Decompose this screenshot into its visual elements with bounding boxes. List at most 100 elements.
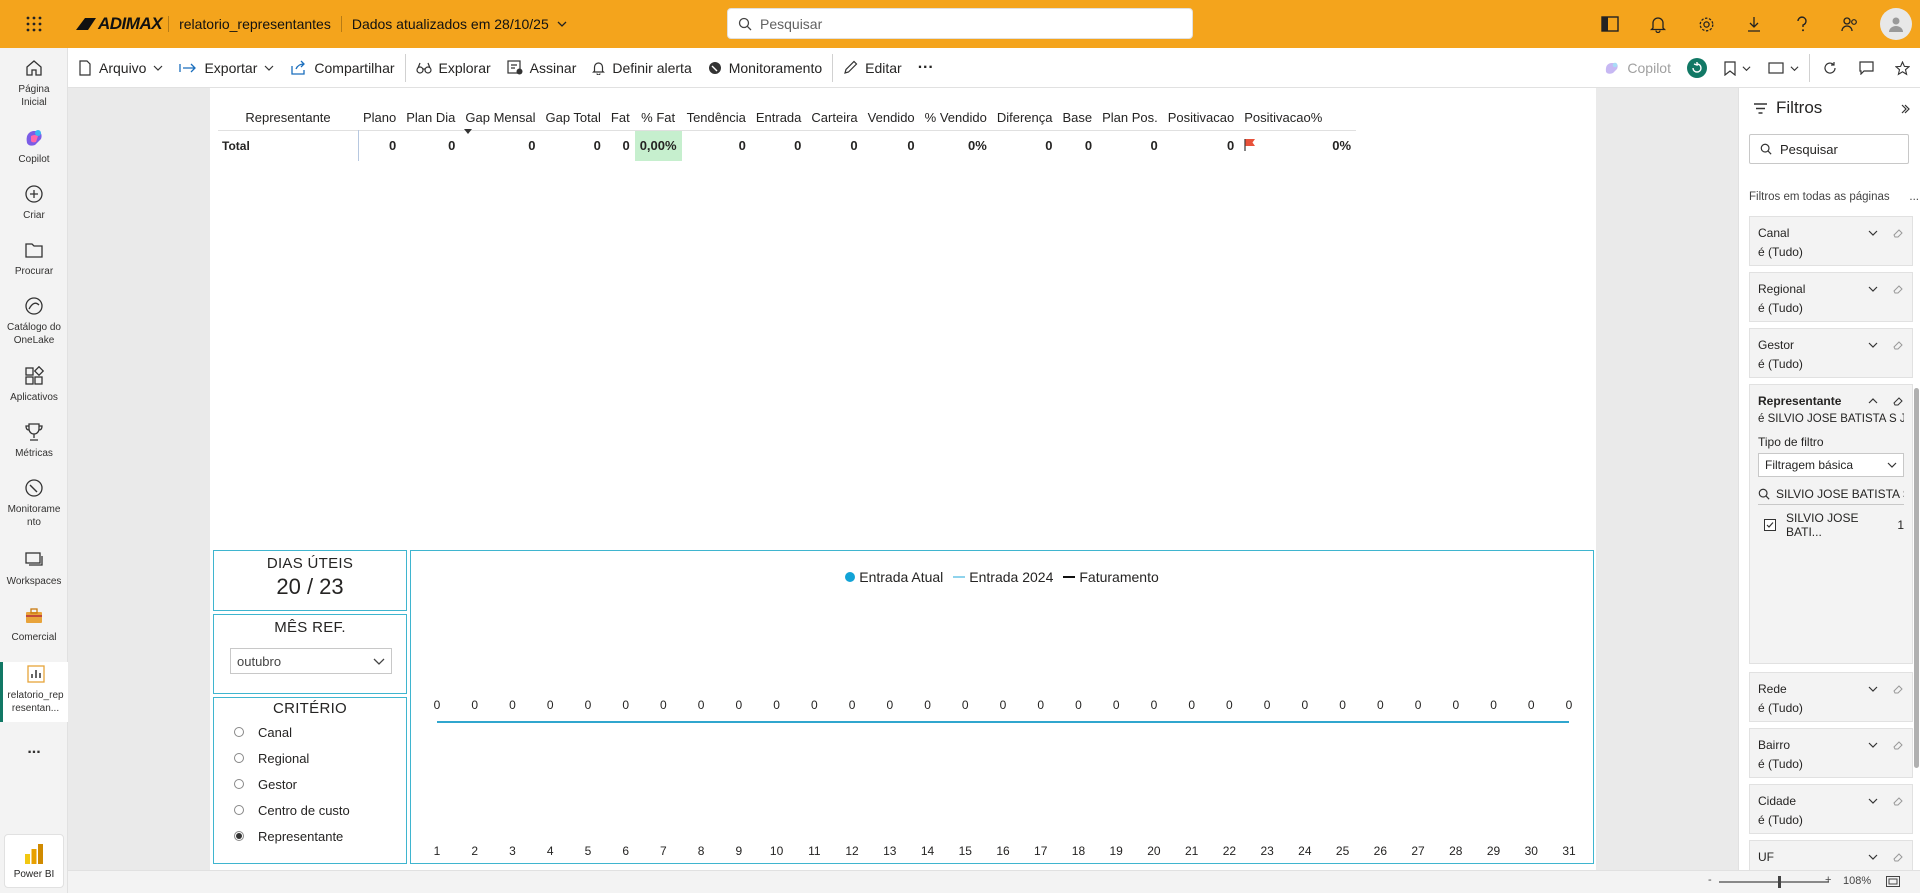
column-header[interactable]: Diferença: [992, 106, 1058, 130]
zoom-slider-thumb[interactable]: [1778, 876, 1782, 888]
criterio-option[interactable]: Representante: [214, 823, 406, 849]
zoom-slider[interactable]: [1719, 876, 1829, 888]
filters-scrollbar[interactable]: [1914, 388, 1919, 768]
user-avatar[interactable]: [1880, 8, 1912, 40]
criterio-option[interactable]: Regional: [214, 745, 406, 771]
column-header[interactable]: Plano: [358, 106, 401, 130]
nav-metrics[interactable]: Métricas: [0, 420, 68, 460]
eraser-icon[interactable]: [1892, 395, 1904, 407]
filter-value-search[interactable]: SILVIO JOSE BATISTA S J: [1758, 483, 1904, 505]
column-header[interactable]: Base: [1057, 106, 1097, 130]
chevron-down-icon[interactable]: [1868, 852, 1878, 862]
export-menu-button[interactable]: Exportar: [171, 48, 282, 88]
column-header[interactable]: Tendência: [682, 106, 751, 130]
column-header[interactable]: Plan Pos.: [1097, 106, 1163, 130]
fit-page-button[interactable]: [1886, 876, 1900, 890]
chevron-down-icon[interactable]: [1868, 796, 1878, 806]
nav-onelake[interactable]: Catálogo do OneLake: [0, 294, 68, 347]
set-alert-button[interactable]: Definir alerta: [584, 48, 699, 88]
zoom-in-button[interactable]: +: [1825, 874, 1831, 886]
column-header[interactable]: Positivacao%: [1239, 106, 1327, 130]
daily-entries-chart[interactable]: Entrada Atual Entrada 2024 Faturamento 0…: [410, 550, 1594, 864]
criterio-option[interactable]: Centro de custo: [214, 797, 406, 823]
column-header[interactable]: % Fat: [635, 106, 682, 130]
chevron-down-icon[interactable]: [1868, 284, 1878, 294]
copilot-button[interactable]: Copilot: [1596, 48, 1679, 88]
app-launcher-button[interactable]: [0, 0, 68, 48]
filter-card[interactable]: Canal é (Tudo): [1749, 216, 1913, 266]
filters-search-input[interactable]: Pesquisar: [1749, 134, 1909, 164]
eraser-icon[interactable]: [1892, 851, 1904, 863]
filter-list-item[interactable]: SILVIO JOSE BATI... 1: [1758, 511, 1904, 539]
column-header[interactable]: Positivacao: [1163, 106, 1239, 130]
brand-logo[interactable]: ADIMAX: [68, 0, 168, 48]
eraser-icon[interactable]: [1892, 227, 1904, 239]
filter-card[interactable]: UF: [1749, 840, 1913, 870]
chevron-down-icon[interactable]: [1868, 684, 1878, 694]
nav-apps[interactable]: Aplicativos: [0, 364, 68, 404]
nav-comercial[interactable]: Comercial: [0, 604, 68, 644]
more-options-button[interactable]: ···: [910, 48, 942, 88]
nav-browse[interactable]: Procurar: [0, 238, 68, 278]
nav-more-button[interactable]: ...: [0, 741, 68, 757]
eraser-icon[interactable]: [1892, 283, 1904, 295]
global-search-input[interactable]: Pesquisar: [727, 8, 1193, 39]
nav-current-report[interactable]: relatorio_representan...: [0, 662, 68, 722]
column-header[interactable]: Entrada: [751, 106, 807, 130]
filter-card[interactable]: Bairro é (Tudo): [1749, 728, 1913, 778]
column-header[interactable]: % Vendido: [920, 106, 992, 130]
column-header[interactable]: Plan Dia: [401, 106, 460, 130]
collapse-filters-button[interactable]: [1900, 102, 1910, 117]
nav-create[interactable]: Criar: [0, 182, 68, 222]
representantes-matrix[interactable]: Representante Plano Plan Dia Gap Mensal Gap …: [218, 106, 1357, 161]
chevron-down-icon[interactable]: [1868, 228, 1878, 238]
view-menu-button[interactable]: [1759, 48, 1807, 88]
comments-button[interactable]: [1848, 48, 1884, 88]
notifications-button[interactable]: [1634, 0, 1682, 48]
filter-card[interactable]: Rede é (Tudo): [1749, 672, 1913, 722]
filter-card-representante[interactable]: Representante é SILVIO JOSE BATISTA S J …: [1749, 384, 1913, 664]
chevron-down-icon[interactable]: [1868, 340, 1878, 350]
column-header[interactable]: Gap Total: [540, 106, 605, 130]
file-menu-button[interactable]: Arquivo: [68, 48, 171, 88]
column-header[interactable]: Fat: [606, 106, 635, 130]
bookmark-menu-button[interactable]: [1715, 48, 1759, 88]
share-feedback-button[interactable]: [1826, 0, 1874, 48]
eraser-icon[interactable]: [1892, 683, 1904, 695]
column-header[interactable]: Representante: [218, 106, 358, 130]
monitoring-button[interactable]: Monitoramento: [700, 48, 830, 88]
criterio-option[interactable]: Gestor: [214, 771, 406, 797]
nav-copilot[interactable]: Copilot: [0, 126, 68, 166]
favorite-button[interactable]: [1884, 48, 1920, 88]
column-header[interactable]: Gap Mensal: [460, 106, 540, 134]
column-header[interactable]: Vendido: [863, 106, 920, 130]
data-updated-dropdown[interactable]: Dados atualizados em 28/10/25: [340, 16, 577, 32]
column-header[interactable]: Carteira: [806, 106, 862, 130]
powerbi-logo[interactable]: Power BI: [4, 834, 64, 888]
help-button[interactable]: [1778, 0, 1826, 48]
zoom-out-button[interactable]: -: [1708, 874, 1712, 886]
nav-workspaces[interactable]: Workspaces: [0, 548, 68, 588]
filter-card[interactable]: Gestor é (Tudo): [1749, 328, 1913, 378]
explore-button[interactable]: Explorar: [408, 48, 499, 88]
all-pages-more-button[interactable]: ...: [1909, 191, 1919, 203]
mes-ref-dropdown[interactable]: outubro: [230, 648, 392, 674]
subscribe-button[interactable]: Assinar: [499, 48, 585, 88]
panel-toggle-button[interactable]: [1586, 0, 1634, 48]
eraser-icon[interactable]: [1892, 795, 1904, 807]
nav-home[interactable]: Página Inicial: [0, 56, 68, 109]
nav-monitoring[interactable]: Monitoramento: [0, 476, 68, 529]
refresh-button[interactable]: [1812, 48, 1848, 88]
settings-button[interactable]: [1682, 0, 1730, 48]
filter-card[interactable]: Regional é (Tudo): [1749, 272, 1913, 322]
chevron-down-icon[interactable]: [1868, 740, 1878, 750]
download-button[interactable]: [1730, 0, 1778, 48]
edit-button[interactable]: Editar: [835, 48, 910, 88]
share-button[interactable]: Compartilhar: [282, 48, 402, 88]
filter-type-dropdown[interactable]: Filtragem básica: [1758, 453, 1904, 477]
eraser-icon[interactable]: [1892, 739, 1904, 751]
criterio-option[interactable]: Canal: [214, 719, 406, 745]
eraser-icon[interactable]: [1892, 339, 1904, 351]
filter-card[interactable]: Cidade é (Tudo): [1749, 784, 1913, 834]
refresh-status-button[interactable]: [1679, 48, 1715, 88]
